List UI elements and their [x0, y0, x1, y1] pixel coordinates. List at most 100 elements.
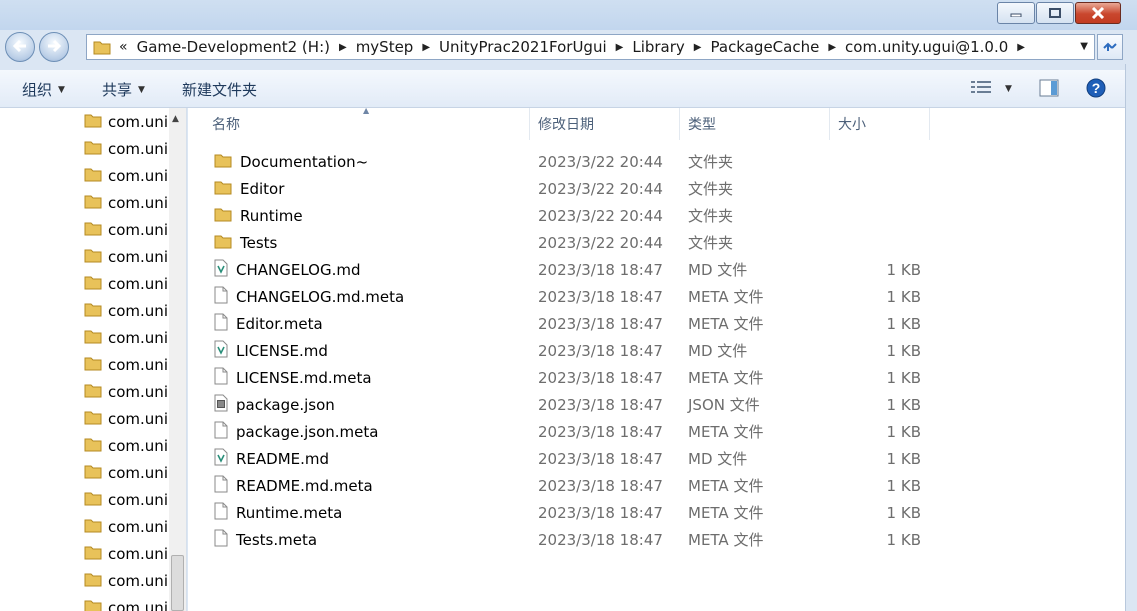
folder-icon [84, 328, 102, 348]
chevron-right-icon[interactable]: ▶ [422, 42, 430, 53]
address-history-dropdown-icon[interactable]: ▼ [1080, 41, 1088, 52]
file-name: Documentation~ [240, 152, 369, 171]
file-name-cell: Editor [214, 175, 284, 202]
sidebar-item-folder[interactable]: com.uni [84, 108, 168, 135]
sidebar-item-label: com.uni [108, 463, 168, 482]
close-button[interactable] [1075, 2, 1121, 24]
sidebar-item-folder[interactable]: com.uni [84, 162, 168, 189]
chevron-right-icon[interactable]: ▶ [339, 42, 347, 53]
navigation-scrollbar[interactable]: ▲ [169, 108, 186, 611]
refresh-button[interactable] [1097, 34, 1123, 60]
sidebar-item-folder[interactable]: com.uni [84, 135, 168, 162]
column-header-label: 大小 [838, 117, 866, 133]
file-row[interactable]: Runtime 2023/3/22 20:44 文件夹 [188, 202, 1125, 229]
scroll-up-icon[interactable]: ▲ [172, 114, 179, 124]
folder-icon [214, 152, 232, 172]
sidebar-item-label: com.uni [108, 139, 168, 158]
chevron-right-icon[interactable]: ▶ [616, 42, 624, 53]
sidebar-item-folder[interactable]: com.uni [84, 243, 168, 270]
sidebar-item-folder[interactable]: com.uni [84, 405, 168, 432]
chevron-down-icon: ▼ [138, 84, 145, 95]
folder-icon [84, 490, 102, 510]
file-row[interactable]: CHANGELOG.md 2023/3/18 18:47 MD 文件 1 KB [188, 256, 1125, 283]
sidebar-item-folder[interactable]: com.uni [84, 486, 168, 513]
md-file-icon [214, 259, 228, 281]
preview-pane-button[interactable] [1039, 79, 1059, 101]
sidebar-item-folder[interactable]: com.uni [84, 324, 168, 351]
column-header-date[interactable]: 修改日期 [530, 108, 680, 140]
file-row[interactable]: Editor.meta 2023/3/18 18:47 META 文件 1 KB [188, 310, 1125, 337]
file-type: JSON 文件 [688, 396, 760, 414]
maximize-button[interactable] [1036, 2, 1074, 24]
file-date: 2023/3/18 18:47 [538, 503, 663, 522]
refresh-icon [1102, 38, 1118, 57]
breadcrumb-item[interactable]: UnityPrac2021ForUgui [439, 38, 607, 56]
file-row[interactable]: package.json 2023/3/18 18:47 JSON 文件 1 KB [188, 391, 1125, 418]
folder-icon [84, 112, 102, 132]
file-size: 1 KB [886, 449, 921, 468]
file-name-cell: LICENSE.md [214, 337, 328, 364]
breadcrumb-item[interactable]: Game-Development2 (H:) [137, 38, 330, 56]
sidebar-item-folder[interactable]: com.uni [84, 216, 168, 243]
organize-menu-button[interactable]: 组织 ▼ [22, 79, 65, 100]
file-row[interactable]: README.md 2023/3/18 18:47 MD 文件 1 KB [188, 445, 1125, 472]
sidebar-item-folder[interactable]: com.uni [84, 513, 168, 540]
file-row[interactable]: CHANGELOG.md.meta 2023/3/18 18:47 META 文件 1… [188, 283, 1125, 310]
sidebar-item-folder[interactable]: com.uni [84, 378, 168, 405]
file-name-cell: README.md.meta [214, 472, 373, 499]
minimize-button[interactable] [997, 2, 1035, 24]
column-header-name[interactable]: 名称 [204, 108, 530, 140]
sidebar-item-folder[interactable]: com.uni [84, 594, 168, 611]
sidebar-item-folder[interactable]: com.uni [84, 459, 168, 486]
breadcrumb-overflow[interactable]: « [119, 39, 128, 55]
breadcrumb-item[interactable]: Library [632, 38, 684, 56]
address-bar[interactable]: « Game-Development2 (H:) ▶ myStep ▶ Unit… [86, 34, 1095, 60]
md-file-icon [214, 448, 228, 470]
file-name-cell: Editor.meta [214, 310, 323, 337]
file-row[interactable]: Editor 2023/3/22 20:44 文件夹 [188, 175, 1125, 202]
chevron-right-icon[interactable]: ▶ [1017, 42, 1025, 53]
file-row[interactable]: Runtime.meta 2023/3/18 18:47 META 文件 1 KB [188, 499, 1125, 526]
column-header-size[interactable]: 大小 [830, 108, 930, 140]
sidebar-item-folder[interactable]: com.uni [84, 351, 168, 378]
sidebar-item-folder[interactable]: com.uni [84, 270, 168, 297]
sidebar-item-label: com.uni [108, 193, 168, 212]
file-icon [214, 421, 228, 443]
sidebar-item-folder[interactable]: com.uni [84, 540, 168, 567]
scrollbar-thumb[interactable] [171, 555, 184, 611]
chevron-right-icon[interactable]: ▶ [828, 42, 836, 53]
details-view-icon [971, 80, 991, 98]
svg-text:?: ? [1092, 80, 1101, 96]
breadcrumb-item[interactable]: myStep [356, 38, 414, 56]
sidebar-item-folder[interactable]: com.uni [84, 432, 168, 459]
file-size: 1 KB [886, 368, 921, 387]
sidebar-item-folder[interactable]: com.uni [84, 189, 168, 216]
file-row[interactable]: Documentation~ 2023/3/22 20:44 文件夹 [188, 148, 1125, 175]
sidebar-item-folder[interactable]: com.uni [84, 297, 168, 324]
file-row[interactable]: Tests 2023/3/22 20:44 文件夹 [188, 229, 1125, 256]
file-row[interactable]: Tests.meta 2023/3/18 18:47 META 文件 1 KB [188, 526, 1125, 553]
file-type: META 文件 [688, 477, 764, 495]
file-row[interactable]: README.md.meta 2023/3/18 18:47 META 文件 1 KB [188, 472, 1125, 499]
file-type: META 文件 [688, 423, 764, 441]
forward-button[interactable] [39, 32, 69, 62]
sidebar-item-folder[interactable]: com.uni [84, 567, 168, 594]
file-type: 文件夹 [688, 234, 734, 252]
file-name: Editor [240, 179, 285, 198]
file-row[interactable]: package.json.meta 2023/3/18 18:47 META 文件 1… [188, 418, 1125, 445]
view-options-button[interactable]: ▼ [971, 80, 1012, 98]
file-row[interactable]: LICENSE.md 2023/3/18 18:47 MD 文件 1 KB [188, 337, 1125, 364]
help-button[interactable]: ? [1086, 78, 1106, 102]
file-size [828, 202, 921, 229]
file-size: 1 KB [886, 395, 921, 414]
chevron-right-icon[interactable]: ▶ [694, 42, 702, 53]
breadcrumb-item[interactable]: PackageCache [711, 38, 820, 56]
back-button[interactable] [5, 32, 35, 62]
column-header-type[interactable]: 类型 [680, 108, 830, 140]
share-menu-button[interactable]: 共享 ▼ [102, 79, 145, 100]
file-size: 1 KB [886, 260, 921, 279]
new-folder-button[interactable]: 新建文件夹 [182, 79, 257, 100]
breadcrumb-item[interactable]: com.unity.ugui@1.0.0 [845, 38, 1008, 56]
file-row[interactable]: LICENSE.md.meta 2023/3/18 18:47 META 文件 1 K… [188, 364, 1125, 391]
file-name: Runtime [240, 206, 303, 225]
